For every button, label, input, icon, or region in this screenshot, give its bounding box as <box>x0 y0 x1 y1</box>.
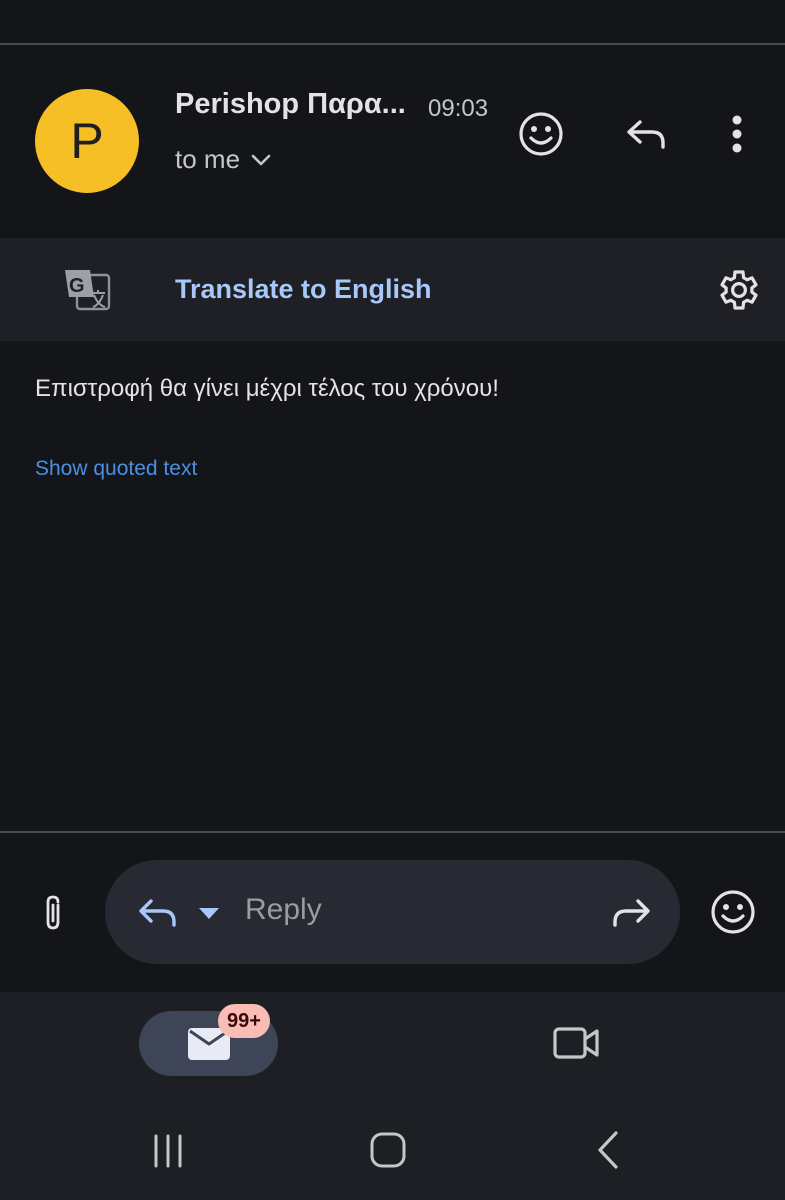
chevron-down-icon <box>251 154 271 165</box>
reply-dropdown-icon <box>199 908 219 919</box>
svg-text:G: G <box>69 275 85 297</box>
reply-type-dropdown[interactable] <box>196 900 222 926</box>
attachment-icon <box>46 895 60 930</box>
recipient-toggle[interactable]: to me <box>175 144 272 175</box>
reply-icon <box>627 120 665 149</box>
recent-apps-icon <box>154 1134 182 1168</box>
video-icon <box>553 1027 599 1059</box>
mail-count-badge: 99+ <box>218 1004 270 1038</box>
avatar-letter: P <box>70 113 104 169</box>
forward-icon <box>613 899 650 927</box>
attach-button[interactable] <box>30 890 76 936</box>
emoji-icon <box>711 890 755 934</box>
email-view: P Perishop Παρα... 09:03 to me G Transla… <box>0 0 785 1200</box>
show-quoted-text-link[interactable]: Show quoted text <box>35 457 197 481</box>
more-vert-icon <box>732 115 742 153</box>
translate-settings-button[interactable] <box>710 262 764 318</box>
forward-button[interactable] <box>605 893 657 933</box>
translate-logo: G <box>62 266 112 314</box>
top-divider <box>0 43 785 45</box>
home-button[interactable] <box>366 1128 410 1172</box>
recipient-label: to me <box>175 144 241 174</box>
emoji-icon <box>519 112 563 156</box>
message-body: Επιστροφή θα γίνει μέχρι τέλος του χρόνο… <box>35 375 499 402</box>
meet-tab[interactable] <box>550 1022 602 1064</box>
reply-input[interactable]: Reply <box>245 893 322 927</box>
back-button[interactable] <box>590 1128 626 1172</box>
translate-link[interactable]: Translate to English <box>175 274 432 305</box>
home-icon <box>370 1132 406 1168</box>
reply-compose-bar[interactable] <box>105 860 680 964</box>
emoji-reaction-button[interactable] <box>512 105 570 163</box>
sender-avatar[interactable]: P <box>35 89 139 193</box>
more-options-button[interactable] <box>716 105 758 163</box>
reply-button[interactable] <box>617 105 675 163</box>
recent-apps-button[interactable] <box>146 1130 190 1172</box>
sender-name[interactable]: Perishop Παρα... <box>175 88 406 121</box>
reply-type-button[interactable] <box>134 893 182 933</box>
settings-icon <box>720 270 758 310</box>
back-icon <box>598 1131 618 1169</box>
message-time: 09:03 <box>428 95 489 122</box>
google-translate-icon: G <box>65 270 111 311</box>
reply-emoji-button[interactable] <box>707 886 759 938</box>
reply-icon <box>139 899 176 927</box>
reply-divider <box>0 831 785 833</box>
